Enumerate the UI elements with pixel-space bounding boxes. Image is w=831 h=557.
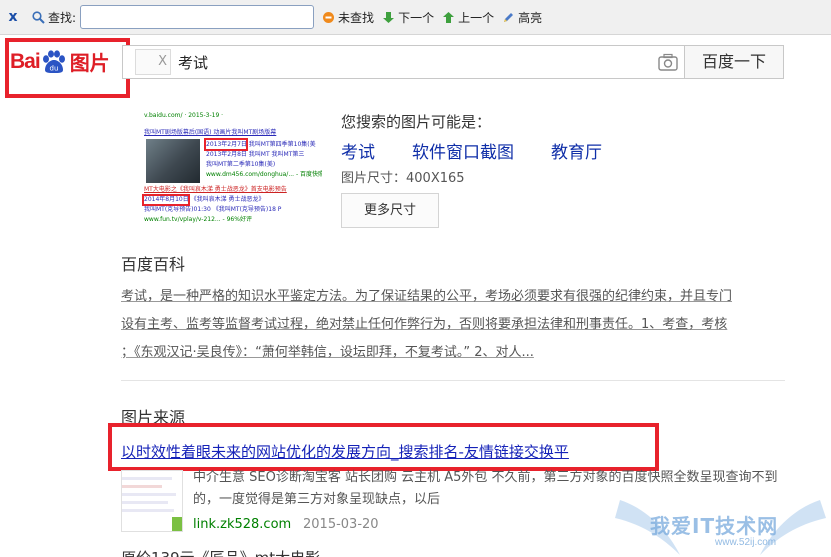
baike-summary[interactable]: 考试，是一种严格的知识水平鉴定方法。为了保证结果的公平，考场必须要求有很强的纪律… [121, 283, 785, 367]
search-button[interactable]: 百度一下 [684, 45, 784, 79]
highlight-button[interactable]: 高亮 [502, 9, 542, 26]
thumb-green-block [172, 517, 182, 531]
preview-line: www.dm456.com/donghua/... - 百度快照 [206, 171, 322, 178]
watermark-url: www.52ij.com [715, 537, 777, 548]
arrow-down-icon [383, 11, 395, 23]
thumb-line [122, 477, 172, 480]
guess-tag[interactable]: 教育厅 [551, 138, 602, 163]
watermark-text: 我爱IT技术网 [650, 514, 779, 538]
find-next-button[interactable]: 下一个 [382, 9, 434, 26]
preview-line: 我叫MT第二季第10集(美) [206, 161, 276, 168]
baike-line: 设有主考、监考等监督考试过程，绝对禁止任何作弊行为，否则将要承担法律和刑事责任。… [121, 317, 728, 332]
preview-date-highlight [204, 138, 248, 151]
guess-tag[interactable]: 考试 [341, 138, 375, 163]
search-icon [32, 10, 45, 24]
image-size-label: 图片尺寸：400X165 [341, 171, 465, 186]
more-sizes-button[interactable]: 更多尺寸 [341, 193, 439, 228]
guess-title: 您搜索的图片可能是： [341, 113, 492, 131]
find-input[interactable] [80, 5, 315, 29]
guess-tag[interactable]: 软件窗口截图 [412, 138, 514, 163]
query-image-preview[interactable]: v.baidu.com/ · 2015-3-19 · 我叫MT剧场版幕后(国语)… [140, 110, 322, 232]
arrow-up-icon [443, 11, 455, 23]
preview-line: www.fun.tv/vplay/v-212... - 96%好评 [144, 216, 252, 223]
camera-icon[interactable] [658, 53, 678, 71]
search-box[interactable]: X 考试 [122, 45, 685, 79]
not-found-button[interactable]: 未查找 [322, 9, 374, 26]
find-toolbar: x 查找: 未查找 下一个 上一个 高亮 [0, 0, 831, 35]
section-divider [121, 380, 785, 381]
orange-circle-icon [323, 11, 335, 23]
next-result-title[interactable]: 原价139元《匠品》mt大电影 [121, 547, 320, 557]
source-date: 2015-03-20 [303, 517, 379, 532]
baike-line: ；《东观汉记·吴良传》：“萧何举韩信，设坛即拜，不复考试。” 2、对人... [121, 345, 534, 360]
pencil-icon [504, 12, 514, 22]
preview-photo [146, 139, 200, 183]
preview-line: 我叫MT(克导预告)01:30 《我叫MT(克导预告)18 P [144, 206, 282, 213]
thumb-line [122, 485, 162, 488]
find-prev-button[interactable]: 上一个 [442, 9, 494, 26]
thumb-line [122, 501, 168, 504]
preview-line: 2013年2月8日 我叫MT 我叫MT第三 [206, 151, 305, 158]
source-thumbnail[interactable] [121, 470, 183, 532]
find-label: 查找: [32, 9, 76, 26]
baike-line: 考试，是一种严格的知识水平鉴定方法。为了保证结果的公平，考场必须要求有很强的纪律… [121, 289, 733, 304]
guess-tags: 考试 软件窗口截图 教育厅 [341, 138, 639, 163]
query-image-thumbnail[interactable]: X [135, 49, 171, 75]
preview-date-highlight [142, 194, 190, 206]
close-findbar-button[interactable]: x [0, 9, 26, 25]
preview-line: v.baidu.com/ · 2015-3-19 · [144, 112, 224, 119]
preview-line: MT大电影之《我叫哀木涕 勇士战恶龙》首支电影预告 [144, 186, 287, 193]
preview-line: 我叫MT剧场版幕后(国语) 动画片我叫MT剧场版幕 [144, 129, 277, 136]
logo-highlight-box [5, 38, 130, 98]
source-link-highlight-box [108, 423, 659, 471]
baike-section-title: 百度百科 [121, 255, 186, 274]
thumb-line [122, 509, 174, 512]
search-query[interactable]: 考试 [178, 52, 208, 73]
thumb-line [122, 493, 176, 496]
source-url[interactable]: link.zk528.com [193, 517, 291, 532]
thumbnail-close-icon[interactable]: X [158, 54, 167, 69]
